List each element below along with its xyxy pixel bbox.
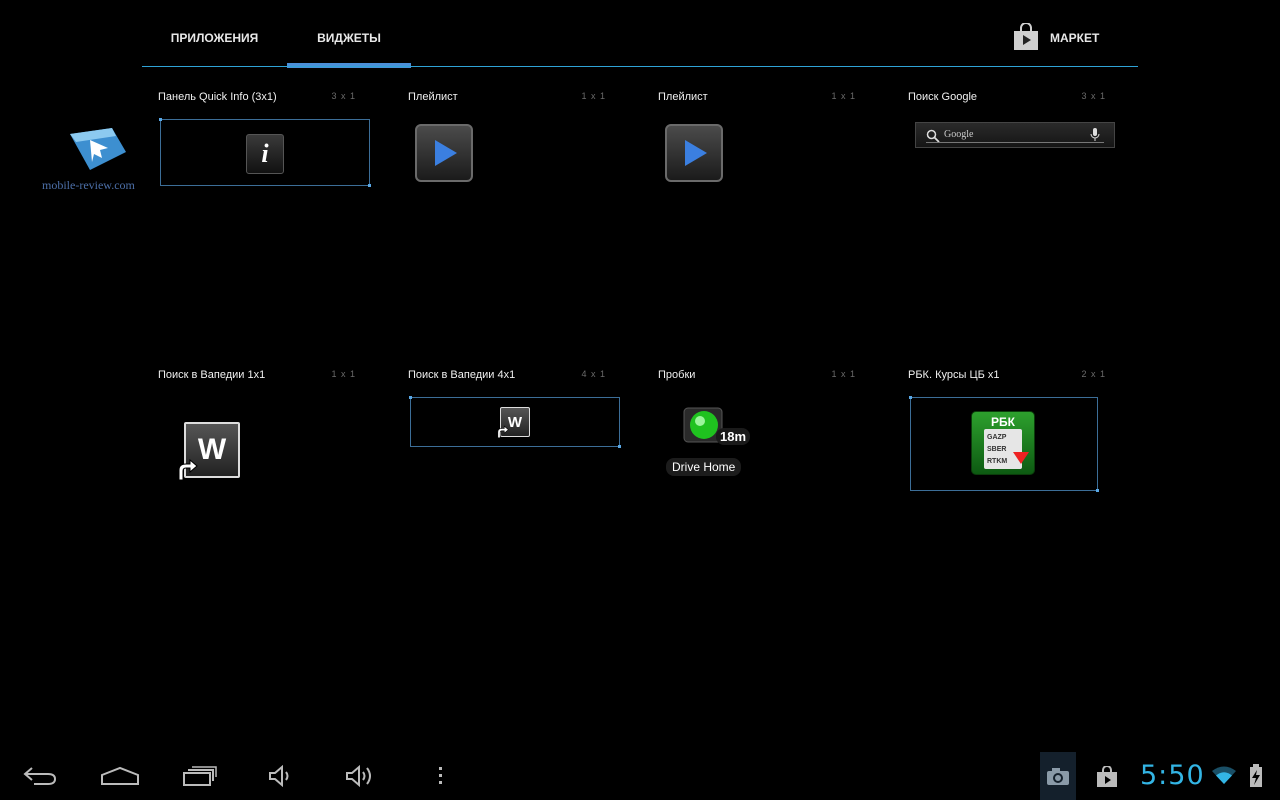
- widget-rbk[interactable]: РБК. Курсы ЦБ x1 2 x 1 РБК GAZP SBER RTK…: [892, 362, 1122, 512]
- widget-name: Пробки: [658, 369, 696, 381]
- top-tab-bar: ПРИЛОЖЕНИЯ ВИДЖЕТЫ МАРКЕТ: [142, 0, 1138, 68]
- market-button[interactable]: МАРКЕТ: [1008, 18, 1138, 58]
- rbk-icon: РБК GAZP SBER RTKM: [971, 411, 1035, 475]
- widget-google-search[interactable]: Поиск Google 3 x 1 Google: [892, 84, 1122, 234]
- widget-traffic[interactable]: Пробки 1 x 1 18m Drive Home: [642, 362, 872, 512]
- widget-size: 4 x 1: [581, 369, 606, 379]
- widget-name: РБК. Курсы ЦБ x1: [908, 369, 1000, 381]
- widget-name: Плейлист: [408, 91, 458, 103]
- shortcut-arrow-icon: [178, 458, 198, 481]
- widget-playlist-2[interactable]: Плейлист 1 x 1: [642, 84, 872, 234]
- tab-divider: [142, 66, 1138, 67]
- shortcut-arrow-icon: [497, 425, 509, 439]
- battery-charging-icon: [1250, 764, 1262, 787]
- widget-name: Поиск в Вапедии 4x1: [408, 369, 516, 381]
- market-bag-icon: [1097, 766, 1117, 787]
- market-bag-icon: [1014, 23, 1038, 50]
- menu-icon: [439, 767, 442, 784]
- microphone-icon: [1090, 128, 1100, 141]
- recent-apps-button[interactable]: [170, 752, 230, 800]
- down-arrow-icon: [1013, 452, 1029, 464]
- widget-size: 1 x 1: [581, 91, 606, 101]
- widget-size: 1 x 1: [831, 91, 856, 101]
- widget-name: Панель Quick Info (3x1): [158, 91, 277, 103]
- market-notification[interactable]: [1094, 752, 1120, 800]
- camera-icon: [1047, 768, 1069, 785]
- play-icon: [665, 124, 723, 182]
- traffic-time-badge: 18m: [716, 428, 751, 445]
- widget-size: 1 x 1: [831, 369, 856, 379]
- tab-widgets-label: ВИДЖЕТЫ: [317, 31, 381, 45]
- menu-button[interactable]: [411, 752, 471, 800]
- home-icon: [101, 766, 139, 785]
- wifi-icon: [1212, 766, 1236, 784]
- search-icon: [926, 129, 940, 143]
- watermark-text: mobile-review.com: [42, 178, 135, 192]
- back-button[interactable]: [10, 752, 70, 800]
- home-button[interactable]: [90, 752, 150, 800]
- widget-size: 1 x 1: [331, 369, 356, 379]
- tab-apps[interactable]: ПРИЛОЖЕНИЯ: [142, 0, 287, 68]
- widget-name: Поиск Google: [908, 91, 978, 103]
- widget-name: Плейлист: [658, 91, 708, 103]
- widget-size: 2 x 1: [1081, 369, 1106, 379]
- rbk-ticker: GAZP: [987, 434, 1007, 441]
- widget-size: 3 x 1: [331, 91, 356, 101]
- tab-widgets[interactable]: ВИДЖЕТЫ: [287, 0, 411, 68]
- search-underline: [926, 142, 1104, 143]
- watermark-emblem-icon: [70, 128, 126, 170]
- play-icon: [415, 124, 473, 182]
- volume-down-button[interactable]: [250, 752, 310, 800]
- widget-size: 3 x 1: [1081, 91, 1106, 101]
- system-nav-bar: [0, 752, 1280, 800]
- widget-wapedia-1x1[interactable]: Поиск в Вапедии 1x1 1 x 1 W: [142, 362, 372, 512]
- rbk-ticker: RTKM: [987, 458, 1008, 465]
- volume-down-icon: [269, 765, 289, 787]
- status-clock[interactable]: 5:50: [1140, 760, 1205, 791]
- rbk-logo: РБК: [991, 415, 1015, 429]
- google-placeholder: Google: [944, 129, 974, 140]
- traffic-caption: Drive Home: [666, 458, 742, 476]
- widget-wapedia-4x1[interactable]: Поиск в Вапедии 4x1 4 x 1 W: [392, 362, 622, 512]
- back-icon: [23, 767, 57, 785]
- market-label: МАРКЕТ: [1050, 31, 1100, 45]
- widget-quick-info[interactable]: Панель Quick Info (3x1) 3 x 1 i: [142, 84, 372, 234]
- screenshot-button[interactable]: [1040, 752, 1076, 800]
- volume-up-icon: [346, 764, 371, 788]
- widget-playlist-1[interactable]: Плейлист 1 x 1: [392, 84, 622, 234]
- volume-up-button[interactable]: [330, 752, 390, 800]
- info-icon: i: [246, 134, 284, 174]
- widget-name: Поиск в Вапедии 1x1: [158, 369, 266, 381]
- recent-apps-icon: [183, 766, 217, 786]
- watermark-logo: mobile-review.com: [38, 126, 146, 196]
- google-search-bar: Google: [915, 122, 1115, 148]
- rbk-ticker: SBER: [987, 446, 1007, 453]
